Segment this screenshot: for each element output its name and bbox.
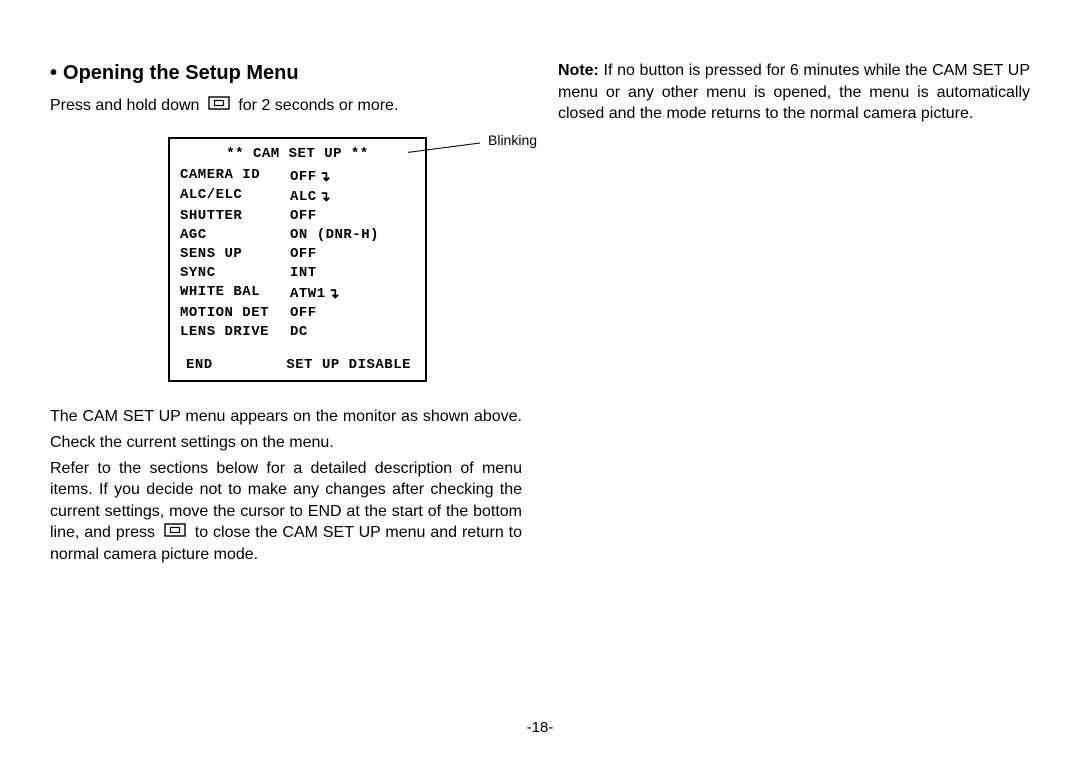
menu-item-label: CAMERA ID [180,166,290,187]
body-paragraph-2: Check the current settings on the menu. [50,432,522,454]
menu-item-label: LENS DRIVE [180,323,290,342]
menu-button-icon [208,95,230,117]
body-paragraph-3: Refer to the sections below for a detail… [50,458,522,566]
menu-row-camera-id: CAMERA ID OFF↴ [180,166,415,187]
menu-row-agc: AGC ON (DNR-H) [180,226,415,245]
menu-row-alc-elc: ALC/ELC ALC↴ [180,186,415,207]
intro-prefix: Press and hold down [50,97,204,114]
menu-item-label: WHITE BAL [180,283,290,304]
menu-button-icon [164,522,186,544]
intro-suffix: for 2 seconds or more. [238,97,398,114]
menu-row-white-bal: WHITE BAL ATW1↴ [180,283,415,304]
menu-item-value: ATW1↴ [290,283,415,304]
menu-item-value: ON (DNR-H) [290,226,415,245]
osd-menu-title: ** CAM SET UP ** [180,145,415,164]
note-text: If no button is pressed for 6 minutes wh… [558,62,1030,122]
menu-item-value: OFF [290,207,415,226]
menu-item-value: ALC↴ [290,186,415,207]
menu-setup-disable-label: SET UP DISABLE [286,356,411,375]
submenu-arrow-icon: ↴ [328,284,340,303]
menu-item-label: SHUTTER [180,207,290,226]
menu-item-label: AGC [180,226,290,245]
note-label: Note: [558,62,599,79]
menu-end-label: END [186,356,213,375]
menu-item-value: OFF [290,245,415,264]
intro-line: Press and hold down for 2 seconds or mor… [50,95,522,117]
section-heading: • Opening the Setup Menu [50,60,522,87]
page-number: -18- [0,719,1080,736]
menu-row-lens-drive: LENS DRIVE DC [180,323,415,342]
menu-bottom-row: END SET UP DISABLE [180,356,415,375]
right-column: Note: If no button is pressed for 6 minu… [558,60,1030,728]
callout-label: Blinking [488,131,537,150]
menu-item-label: MOTION DET [180,304,290,323]
osd-menu-figure: Blinking ** CAM SET UP ** CAMERA ID OFF↴… [50,137,522,383]
left-column: • Opening the Setup Menu Press and hold d… [50,60,522,728]
menu-item-value: INT [290,264,415,283]
note-paragraph: Note: If no button is pressed for 6 minu… [558,60,1030,125]
menu-item-value: OFF [290,304,415,323]
submenu-arrow-icon: ↴ [319,187,331,206]
menu-item-value: OFF↴ [290,166,415,187]
menu-row-sens-up: SENS UP OFF [180,245,415,264]
submenu-arrow-icon: ↴ [319,167,331,186]
bullet-icon: • [50,62,57,84]
body-paragraph-1: The CAM SET UP menu appears on the monit… [50,406,522,428]
menu-item-label: SYNC [180,264,290,283]
menu-item-value: DC [290,323,415,342]
heading-text: Opening the Setup Menu [63,62,299,84]
menu-row-shutter: SHUTTER OFF [180,207,415,226]
osd-menu-box: ** CAM SET UP ** CAMERA ID OFF↴ ALC/ELC … [168,137,427,383]
menu-row-sync: SYNC INT [180,264,415,283]
menu-item-label: SENS UP [180,245,290,264]
menu-item-label: ALC/ELC [180,186,290,207]
manual-page: • Opening the Setup Menu Press and hold d… [0,0,1080,758]
menu-row-motion-det: MOTION DET OFF [180,304,415,323]
